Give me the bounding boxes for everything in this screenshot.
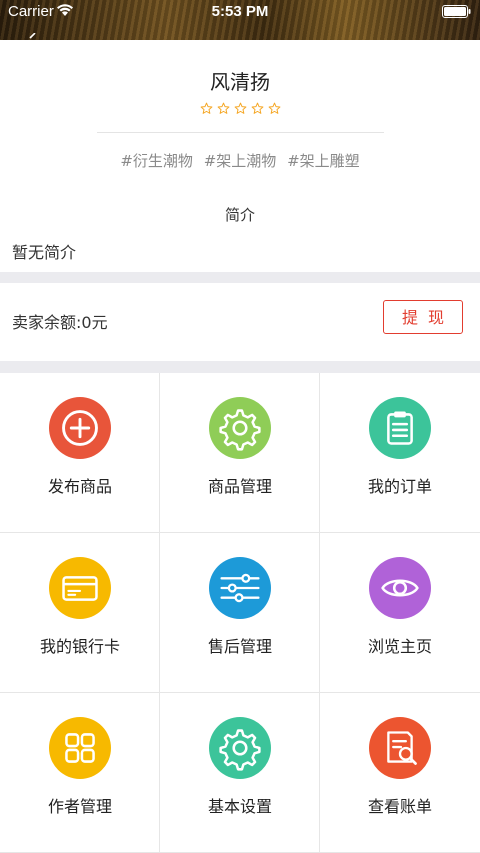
balance-row: 卖家余额:0元 提现	[0, 283, 480, 361]
rating-stars	[0, 102, 480, 115]
gear-icon	[209, 717, 271, 779]
menu-item-3[interactable]: 我的订单	[320, 373, 480, 533]
menu-item-label: 我的银行卡	[39, 637, 120, 656]
star-icon	[200, 102, 212, 114]
clock: 5:53 PM	[211, 3, 269, 20]
gear-icon	[209, 397, 271, 459]
menu-item-label: 基本设置	[207, 797, 272, 816]
menu-item-8[interactable]: 基本设置	[160, 693, 320, 853]
menu-item-label: 浏览主页	[367, 637, 432, 656]
menu-item-9[interactable]: 查看账单	[320, 693, 480, 853]
sliders-icon	[209, 557, 271, 619]
back-chevron-icon[interactable]	[28, 30, 36, 47]
section-separator	[0, 272, 480, 283]
bill-search-icon	[369, 717, 431, 779]
menu-item-7[interactable]: 作者管理	[0, 693, 160, 853]
star-icon	[251, 102, 263, 114]
tag[interactable]: #架上潮物	[204, 152, 277, 170]
divider	[97, 132, 384, 133]
intro-text: 暂无简介	[12, 243, 77, 262]
intro-heading: 简介	[224, 206, 255, 224]
menu-item-4[interactable]: 我的银行卡	[0, 533, 160, 693]
status-bar: Carrier 5:53 PM	[0, 0, 480, 40]
profile-section: 风清扬 #衍生潮物 #架上潮物 #架上雕塑 简介 暂无简介	[0, 40, 480, 272]
section-separator	[0, 361, 480, 373]
tag-list: #衍生潮物 #架上潮物 #架上雕塑	[0, 150, 480, 171]
eye-icon	[369, 557, 431, 619]
star-icon	[217, 102, 229, 114]
menu-item-label: 售后管理	[207, 637, 272, 656]
bank-card-icon	[49, 557, 111, 619]
menu-item-label: 查看账单	[367, 797, 432, 816]
withdraw-button[interactable]: 提现	[383, 300, 463, 334]
tag[interactable]: #衍生潮物	[120, 152, 193, 170]
menu-item-5[interactable]: 售后管理	[160, 533, 320, 693]
menu-item-1[interactable]: 发布商品	[0, 373, 160, 533]
clipboard-icon	[369, 397, 431, 459]
menu-grid: 发布商品 商品管理 我的订单我的银行卡 售后管理 浏览主页作者管理 基本设置 查看账单	[0, 373, 480, 853]
menu-item-label: 我的订单	[367, 477, 432, 496]
star-icon	[234, 102, 246, 114]
menu-item-2[interactable]: 商品管理	[160, 373, 320, 533]
star-icon	[268, 102, 280, 114]
battery-icon	[442, 5, 472, 18]
tag[interactable]: #架上雕塑	[287, 152, 360, 170]
plus-circle-icon	[49, 397, 111, 459]
menu-item-6[interactable]: 浏览主页	[320, 533, 480, 693]
seller-balance-label: 卖家余额:0元	[12, 313, 108, 332]
menu-item-label: 商品管理	[207, 477, 272, 496]
menu-item-label: 作者管理	[47, 797, 112, 816]
grid-icon	[49, 717, 111, 779]
menu-item-label: 发布商品	[47, 477, 112, 496]
seller-name: 风清扬	[210, 70, 270, 94]
